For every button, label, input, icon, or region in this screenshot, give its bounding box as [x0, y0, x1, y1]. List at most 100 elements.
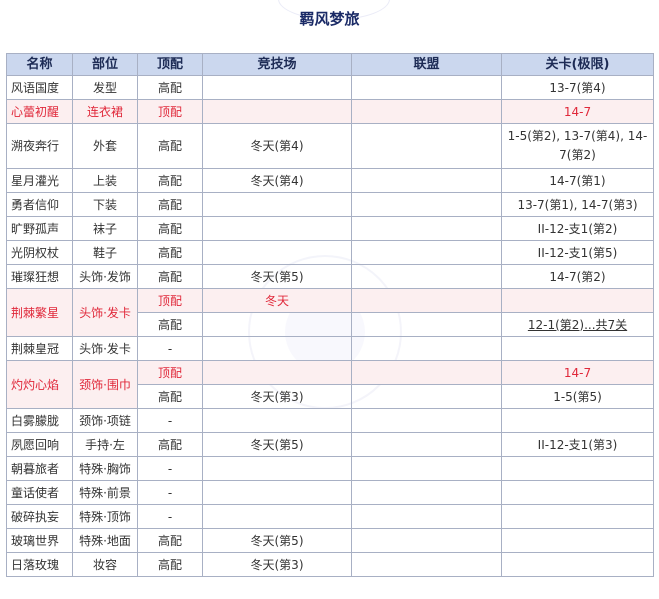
cell-top: - [137, 408, 203, 433]
cell-arena [202, 240, 352, 265]
cell-top: - [137, 456, 203, 481]
cell-alliance [351, 264, 502, 289]
cell-stage: 14-7 [501, 99, 654, 124]
cell-arena [202, 408, 352, 433]
table-row: 星月灌光 上装 高配 冬天(第4) 14-7(第1) [6, 168, 654, 193]
cell-name: 旷野孤声 [6, 216, 73, 241]
table-row: 荆棘繁星 头饰·发卡 顶配 冬天 [6, 288, 654, 337]
cell-top: 高配 [137, 312, 203, 337]
cell-top: 顶配 [137, 288, 203, 313]
cell-stage [501, 480, 654, 505]
cell-part: 下装 [72, 192, 138, 217]
cell-stage [501, 288, 654, 313]
cell-name: 朝暮旅者 [6, 456, 73, 481]
cell-part: 外套 [72, 123, 138, 169]
cell-name: 荆棘皇冠 [6, 336, 73, 361]
cell-stage: 13-7(第4) [501, 75, 654, 100]
cell-alliance [351, 504, 502, 529]
cell-part: 特殊·前景 [72, 480, 138, 505]
cell-arena [202, 456, 352, 481]
table-row: 玻璃世界 特殊·地面 高配 冬天(第5) [6, 528, 654, 553]
cell-top: - [137, 504, 203, 529]
cell-arena [202, 480, 352, 505]
cell-arena: 冬天(第5) [202, 432, 352, 457]
table-row: 璀璨狂想 头饰·发饰 高配 冬天(第5) 14-7(第2) [6, 264, 654, 289]
cell-stage: 1-5(第5) [501, 384, 654, 409]
cell-stage: 14-7(第2) [501, 264, 654, 289]
cell-name: 童话使者 [6, 480, 73, 505]
items-table: 名称 部位 顶配 竞技场 联盟 关卡(极限) 风语国度 发型 高配 13-7(第… [6, 53, 654, 577]
cell-stage: 1-5(第2), 13-7(第4), 14-7(第2) [501, 123, 654, 169]
cell-arena [202, 360, 352, 385]
cell-arena: 冬天(第5) [202, 264, 352, 289]
table-row: 童话使者 特殊·前景 - [6, 480, 654, 505]
cell-alliance [351, 432, 502, 457]
cell-stage [501, 528, 654, 553]
cell-alliance [351, 99, 502, 124]
table-row: 旷野孤声 袜子 高配 II-12-支1(第2) [6, 216, 654, 241]
cell-part: 连衣裙 [72, 99, 138, 124]
stage-link[interactable]: 12-1(第2)...共7关 [501, 312, 654, 337]
table-row: 光阴权杖 鞋子 高配 II-12-支1(第5) [6, 240, 654, 265]
cell-arena: 冬天(第3) [202, 384, 352, 409]
cell-arena [202, 75, 352, 100]
cell-name: 灼灼心焰 [6, 360, 73, 409]
cell-alliance [351, 312, 502, 337]
cell-arena [202, 336, 352, 361]
cell-arena: 冬天(第3) [202, 552, 352, 577]
cell-alliance [351, 336, 502, 361]
cell-alliance [351, 360, 502, 385]
cell-name: 心蕾初醒 [6, 99, 73, 124]
cell-arena: 冬天(第4) [202, 123, 352, 169]
table-row: 夙愿回响 手持·左 高配 冬天(第5) II-12-支1(第3) [6, 432, 654, 457]
cell-top: 高配 [137, 240, 203, 265]
cell-part: 头饰·发饰 [72, 264, 138, 289]
table-row: 风语国度 发型 高配 13-7(第4) [6, 75, 654, 100]
cell-top: 高配 [137, 216, 203, 241]
cell-alliance [351, 384, 502, 409]
cell-arena [202, 504, 352, 529]
cell-part: 头饰·发卡 [72, 288, 138, 337]
cell-arena [202, 192, 352, 217]
cell-top: 顶配 [137, 360, 203, 385]
cell-top: 顶配 [137, 99, 203, 124]
table-row: 溯夜奔行 外套 高配 冬天(第4) 1-5(第2), 13-7(第4), 14-… [6, 123, 654, 169]
cell-alliance [351, 216, 502, 241]
header-part: 部位 [72, 53, 138, 76]
cell-part: 上装 [72, 168, 138, 193]
header-alliance: 联盟 [351, 53, 502, 76]
cell-stage: II-12-支1(第3) [501, 432, 654, 457]
cell-alliance [351, 480, 502, 505]
cell-top: 高配 [137, 123, 203, 169]
cell-part: 头饰·发卡 [72, 336, 138, 361]
cell-alliance [351, 168, 502, 193]
cell-stage [501, 456, 654, 481]
table-row: 勇者信仰 下装 高配 13-7(第1), 14-7(第3) [6, 192, 654, 217]
cell-name: 光阴权杖 [6, 240, 73, 265]
cell-stage [501, 408, 654, 433]
cell-name: 白雾朦胧 [6, 408, 73, 433]
cell-part: 特殊·胸饰 [72, 456, 138, 481]
cell-alliance [351, 240, 502, 265]
cell-stage [501, 336, 654, 361]
cell-top: 高配 [137, 528, 203, 553]
cell-name: 星月灌光 [6, 168, 73, 193]
cell-alliance [351, 288, 502, 313]
table-row: 日落玫瑰 妆容 高配 冬天(第3) [6, 552, 654, 577]
cell-name: 玻璃世界 [6, 528, 73, 553]
cell-part: 袜子 [72, 216, 138, 241]
cell-stage: II-12-支1(第2) [501, 216, 654, 241]
cell-part: 鞋子 [72, 240, 138, 265]
table-row: 心蕾初醒 连衣裙 顶配 14-7 [6, 99, 654, 124]
cell-part: 颈饰·围巾 [72, 360, 138, 409]
cell-alliance [351, 75, 502, 100]
cell-top: 高配 [137, 432, 203, 457]
cell-arena [202, 216, 352, 241]
header-name: 名称 [6, 53, 73, 76]
cell-name: 日落玫瑰 [6, 552, 73, 577]
cell-name: 破碎执妄 [6, 504, 73, 529]
cell-part: 妆容 [72, 552, 138, 577]
cell-alliance [351, 456, 502, 481]
cell-alliance [351, 552, 502, 577]
header-arena: 竞技场 [202, 53, 352, 76]
